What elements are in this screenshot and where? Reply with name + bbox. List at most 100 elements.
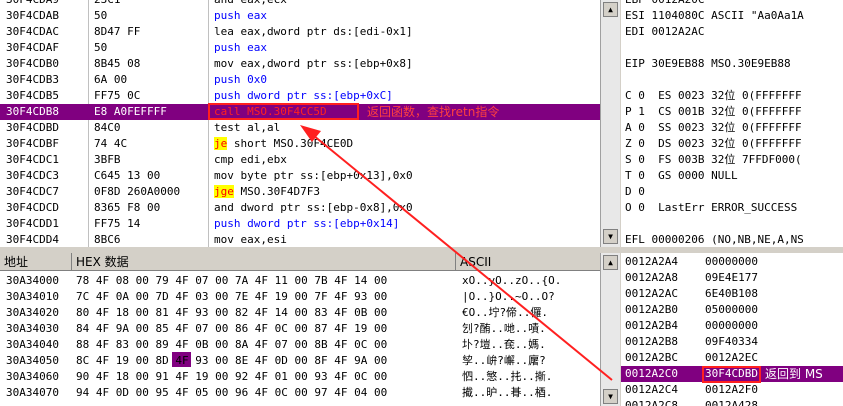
dump-addr: 30A34070: [6, 386, 59, 399]
dump-hex: 94 4F 0D 00 95 4F 05 00 96 4F 0C 00 97 4…: [76, 386, 388, 399]
dump-row[interactable]: 30A34050 8C 4F 19 00 8D 4F 93 00 8E 4F 0D…: [0, 353, 600, 369]
instruction-row[interactable]: 30F4CDC3 C645 13 00 mov byte ptr ss:[ebp+0…: [0, 168, 600, 184]
instruction-row[interactable]: 30F4CDAF 50 push eax: [0, 40, 600, 56]
dump-scrollbar[interactable]: ▲ ▼: [600, 253, 620, 406]
stack-address: 0012A2B8: [625, 335, 678, 348]
stack-row[interactable]: 0012A2AC 6E40B108: [621, 286, 843, 302]
register-line[interactable]: EIP 30E9EB88 MSO.30E9EB88: [625, 56, 791, 72]
stack-address: 0012A2C0: [625, 367, 678, 380]
scroll-down-icon[interactable]: ▼: [603, 389, 618, 404]
column-header-ascii[interactable]: ASCII: [456, 253, 600, 271]
instruction-text: mov eax,esi: [214, 233, 287, 246]
instruction-row[interactable]: 30F4CDAC 8D47 FF lea eax,dword ptr ds:[edi…: [0, 24, 600, 40]
register-line[interactable]: S 0 FS 003B 32位 7FFDF000(: [625, 152, 802, 168]
instruction-row[interactable]: 30F4CDB3 6A 00 push 0x0: [0, 72, 600, 88]
stack-row[interactable]: 0012A2A8 09E4E177: [621, 270, 843, 286]
instruction-bytes: 50: [94, 41, 108, 54]
instruction-text: push dword ptr ss:[ebp+0x14]: [214, 217, 400, 230]
register-line[interactable]: T 0 GS 0000 NULL: [625, 168, 738, 184]
dump-row[interactable]: 30A34040 88 4F 83 00 89 4F 0B 00 8A 4F 07…: [0, 337, 600, 353]
instruction-bytes: C645 13 00: [94, 169, 161, 182]
dump-hex: 7C 4F 0A 00 7D 4F 03 00 7E 4F 19 00 7F 4…: [76, 290, 388, 303]
instruction-text: mov eax,dword ptr ss:[ebp+0x8]: [214, 57, 413, 70]
instruction-address: 30F4CDBD: [6, 121, 59, 134]
instruction-address: 30F4CDAF: [6, 41, 59, 54]
stack-address: 0012A2A8: [625, 271, 678, 284]
dump-addr: 30A34000: [6, 274, 59, 287]
stack-value: 0012A2F0: [705, 383, 758, 396]
dump-row[interactable]: 30A34030 84 4F 9A 00 85 4F 07 00 86 4F 0C…: [0, 321, 600, 337]
instruction-address: 30F4CDAC: [6, 25, 59, 38]
instruction-text: lea eax,dword ptr ds:[edi-0x1]: [214, 25, 413, 38]
instruction-bytes: FF75 14: [94, 217, 141, 230]
instruction-text: push eax: [214, 9, 267, 22]
dump-row[interactable]: 30A34000 78 4F 08 00 79 4F 07 00 7A 4F 11…: [0, 273, 600, 289]
instruction-address: 30F4CDC3: [6, 169, 59, 182]
register-line[interactable]: EFL 00000206 (NO,NB,NE,A,NS: [625, 232, 804, 247]
stack-pane[interactable]: 0012A2A4 00000000 0012A2A8 09E4E177 0012A2AC…: [621, 253, 843, 406]
column-header-address[interactable]: 地址: [0, 253, 72, 271]
register-line[interactable]: EDI 0012A2AC: [625, 24, 704, 40]
dump-row[interactable]: 30A34070 94 4F 0D 00 95 4F 05 00 96 4F 0C…: [0, 385, 600, 401]
instruction-row[interactable]: 30F4CDC7 0F8D 260A0000 jge MSO.30F4D7F3: [0, 184, 600, 200]
stack-row[interactable]: 0012A2B4 00000000: [621, 318, 843, 334]
instruction-row[interactable]: 30F4CDB0 8B45 08 mov eax,dword ptr ss:[ebp…: [0, 56, 600, 72]
instruction-bytes: 84C0: [94, 121, 121, 134]
instruction-bytes: 8D47 FF: [94, 25, 141, 38]
scroll-up-icon[interactable]: ▲: [603, 2, 618, 17]
instruction-address: 30F4CDB3: [6, 73, 59, 86]
instruction-row[interactable]: 30F4CDAB 50 push eax: [0, 8, 600, 24]
dump-row[interactable]: 30A34060 90 4F 18 00 91 4F 19 00 92 4F 01…: [0, 369, 600, 385]
stack-row[interactable]: 0012A2C8 0012A428: [621, 398, 843, 406]
annotation-return-to: 返回到 MS: [765, 367, 823, 381]
dump-row[interactable]: 30A34020 80 4F 18 00 81 4F 93 00 82 4F 14…: [0, 305, 600, 321]
stack-value: 09F40334: [705, 335, 758, 348]
dump-hex: 80 4F 18 00 81 4F 93 00 82 4F 14 00 83 4…: [76, 306, 388, 319]
instruction-row[interactable]: 30F4CDD1 FF75 14 push dword ptr ss:[ebp+0x…: [0, 216, 600, 232]
register-line[interactable]: Z 0 DS 0023 32位 0(FFFFFFF: [625, 136, 802, 152]
disassembly-pane[interactable]: 30F4CDA9 23C1 and eax,ecx 30F4CDAB 50 push ea…: [0, 0, 600, 247]
instruction-row[interactable]: 30F4CDBF 74 4C je short MSO.30F4CE0D: [0, 136, 600, 152]
instruction-address: 30F4CDC1: [6, 153, 59, 166]
instruction-row[interactable]: 30F4CDA9 23C1 and eax,ecx: [0, 0, 600, 8]
instruction-text: test al,al: [214, 121, 281, 134]
instruction-row[interactable]: 30F4CDB5 FF75 0C push dword ptr ss:[ebp+0x…: [0, 88, 600, 104]
dump-ascii: 孧..峅?嶰..廜?: [462, 354, 546, 367]
stack-row[interactable]: 0012A2BC 0012A2EC: [621, 350, 843, 366]
scroll-down-icon[interactable]: ▼: [603, 229, 618, 244]
register-line[interactable]: P 1 CS 001B 32位 0(FFFFFFF: [625, 104, 802, 120]
dump-ascii: 怬..慜..扥..摲.: [462, 370, 553, 383]
register-line[interactable]: C 0 ES 0023 32位 0(FFFFFFF: [625, 88, 802, 104]
dump-ascii: €O..坾?偙..儸.: [462, 306, 548, 319]
dump-hex: 84 4F 9A 00 85 4F 07 00 86 4F 0C 00 87 4…: [76, 322, 388, 335]
registers-pane[interactable]: EBP 0012A20CESI 1104080C ASCII "Aa0Aa1AE…: [621, 0, 843, 247]
hex-dump-pane[interactable]: 地址 HEX 数据 ASCII 30A34000 78 4F 08 00 79 4…: [0, 253, 600, 406]
disassembly-scrollbar[interactable]: ▲ ▼: [600, 0, 620, 247]
column-header-hex[interactable]: HEX 数据: [72, 253, 456, 271]
instruction-row[interactable]: 30F4CDCD 8365 F8 00 and dword ptr ss:[ebp-…: [0, 200, 600, 216]
instruction-row[interactable]: 30F4CDD4 8BC6 mov eax,esi: [0, 232, 600, 247]
stack-value: 0012A428: [705, 399, 758, 406]
scroll-up-icon[interactable]: ▲: [603, 255, 618, 270]
stack-row[interactable]: 0012A2B8 09F40334: [621, 334, 843, 350]
instruction-row[interactable]: 30F4CDC1 3BFB cmp edi,ebx: [0, 152, 600, 168]
stack-value: 09E4E177: [705, 271, 758, 284]
stack-row[interactable]: 0012A2C4 0012A2F0: [621, 382, 843, 398]
stack-row[interactable]: 0012A2A4 00000000: [621, 254, 843, 270]
dump-addr: 30A34050: [6, 354, 59, 367]
instruction-bytes: 50: [94, 9, 108, 22]
dump-addr: 30A34030: [6, 322, 59, 335]
register-line[interactable]: A 0 SS 0023 32位 0(FFFFFFF: [625, 120, 802, 136]
register-line[interactable]: O 0 LastErr ERROR_SUCCESS: [625, 200, 797, 216]
dump-row[interactable]: 30A34010 7C 4F 0A 00 7D 4F 03 00 7E 4F 19…: [0, 289, 600, 305]
dump-addr: 30A34010: [6, 290, 59, 303]
instruction-bytes: 0F8D 260A0000: [94, 185, 181, 198]
dump-header: 地址 HEX 数据 ASCII: [0, 253, 600, 271]
instruction-row[interactable]: 30F4CDBD 84C0 test al,al: [0, 120, 600, 136]
register-line[interactable]: EBP 0012A20C: [625, 0, 704, 8]
stack-row[interactable]: 0012A2B0 05000000: [621, 302, 843, 318]
register-line[interactable]: ESI 1104080C ASCII "Aa0Aa1A: [625, 8, 804, 24]
stack-address: 0012A2BC: [625, 351, 678, 364]
instruction-bytes: 8B45 08: [94, 57, 141, 70]
register-line[interactable]: D 0: [625, 184, 645, 200]
